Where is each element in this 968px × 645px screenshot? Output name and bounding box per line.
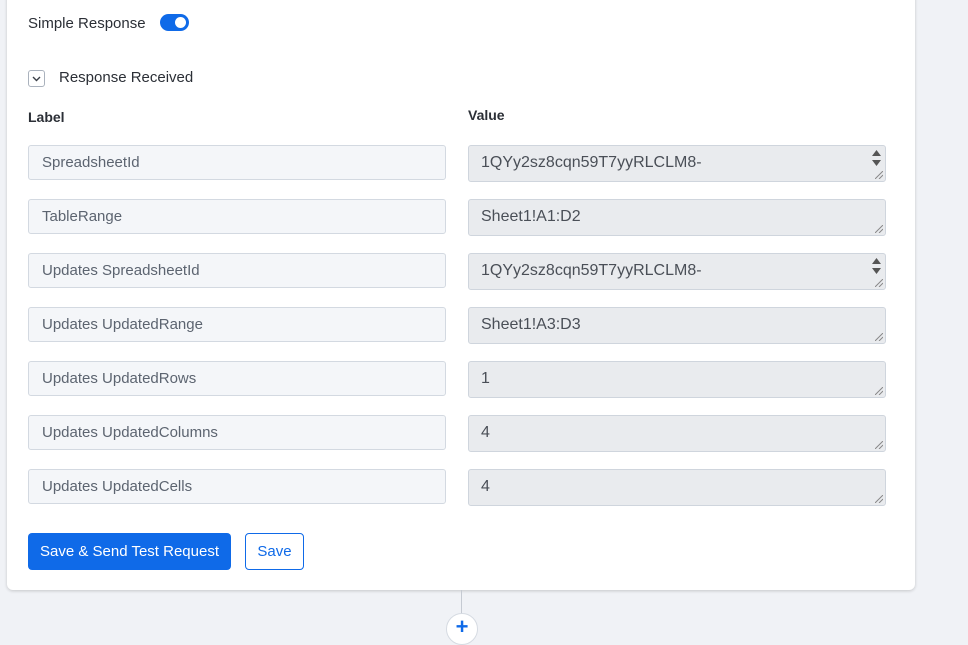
row-label-spreadsheetid: SpreadsheetId: [28, 145, 446, 180]
row-value-text: 4: [481, 478, 490, 495]
simple-response-toggle[interactable]: [160, 14, 189, 31]
row-value-text: 1QYy2sz8cqn59T7yyRLCLM8-: [481, 154, 702, 171]
row-label-text: Updates UpdatedColumns: [42, 424, 218, 441]
row-value-updates-updatedcolumns[interactable]: 4: [468, 415, 886, 452]
simple-response-label: Simple Response: [28, 14, 146, 32]
row-value-text: 1QYy2sz8cqn59T7yyRLCLM8-: [481, 262, 702, 279]
response-received-collapse-button[interactable]: [28, 70, 45, 87]
row-value-updates-updatedrange[interactable]: Sheet1!A3:D3: [468, 307, 886, 344]
row-label-text: SpreadsheetId: [42, 154, 140, 171]
resize-handle-icon[interactable]: [875, 225, 883, 233]
save-button[interactable]: Save: [245, 533, 304, 570]
row-value-tablerange[interactable]: Sheet1!A1:D2: [468, 199, 886, 236]
row-label-text: Updates UpdatedRows: [42, 370, 197, 387]
row-value-overflow-text: [481, 286, 885, 289]
row-label-updates-updatedrows: Updates UpdatedRows: [28, 361, 446, 396]
value-column-header: Value: [468, 107, 505, 123]
resize-handle-icon[interactable]: [875, 333, 883, 341]
row-label-updates-updatedcolumns: Updates UpdatedColumns: [28, 415, 446, 450]
resize-handle-icon[interactable]: [875, 441, 883, 449]
row-value-text: 4: [481, 424, 490, 441]
toggle-knob: [175, 17, 186, 28]
resize-handle-icon[interactable]: [875, 387, 883, 395]
save-and-send-test-request-button[interactable]: Save & Send Test Request: [28, 533, 231, 570]
row-value-overflow-text: [481, 178, 885, 181]
row-value-spreadsheetid[interactable]: 1QYy2sz8cqn59T7yyRLCLM8-: [468, 145, 886, 182]
row-value-updates-updatedrows[interactable]: 1: [468, 361, 886, 398]
row-label-text: Updates SpreadsheetId: [42, 262, 200, 279]
plus-icon: +: [455, 614, 469, 639]
row-value-text: Sheet1!A3:D3: [481, 316, 581, 333]
row-label-text: Updates UpdatedRange: [42, 316, 203, 333]
scroll-arrows-icon[interactable]: [871, 258, 881, 274]
response-received-label: Response Received: [59, 69, 194, 86]
row-value-updates-spreadsheetid[interactable]: 1QYy2sz8cqn59T7yyRLCLM8-: [468, 253, 886, 290]
row-label-updates-updatedrange: Updates UpdatedRange: [28, 307, 446, 342]
add-step-button[interactable]: +: [446, 613, 478, 645]
resize-handle-icon[interactable]: [875, 171, 883, 179]
row-label-text: Updates UpdatedCells: [42, 478, 193, 495]
row-value-text: 1: [481, 370, 490, 387]
label-column-header: Label: [28, 109, 65, 125]
simple-response-row: Simple Response: [28, 12, 146, 34]
chevron-down-icon: [32, 76, 41, 81]
step-connector-line: [461, 590, 462, 614]
row-label-text: TableRange: [42, 208, 123, 225]
row-value-updates-updatedcells[interactable]: 4: [468, 469, 886, 506]
row-label-tablerange: TableRange: [28, 199, 446, 234]
row-value-text: Sheet1!A1:D2: [481, 208, 581, 225]
scroll-arrows-icon[interactable]: [871, 150, 881, 166]
resize-handle-icon[interactable]: [875, 495, 883, 503]
row-label-updates-spreadsheetid: Updates SpreadsheetId: [28, 253, 446, 288]
row-label-updates-updatedcells: Updates UpdatedCells: [28, 469, 446, 504]
resize-handle-icon[interactable]: [875, 279, 883, 287]
